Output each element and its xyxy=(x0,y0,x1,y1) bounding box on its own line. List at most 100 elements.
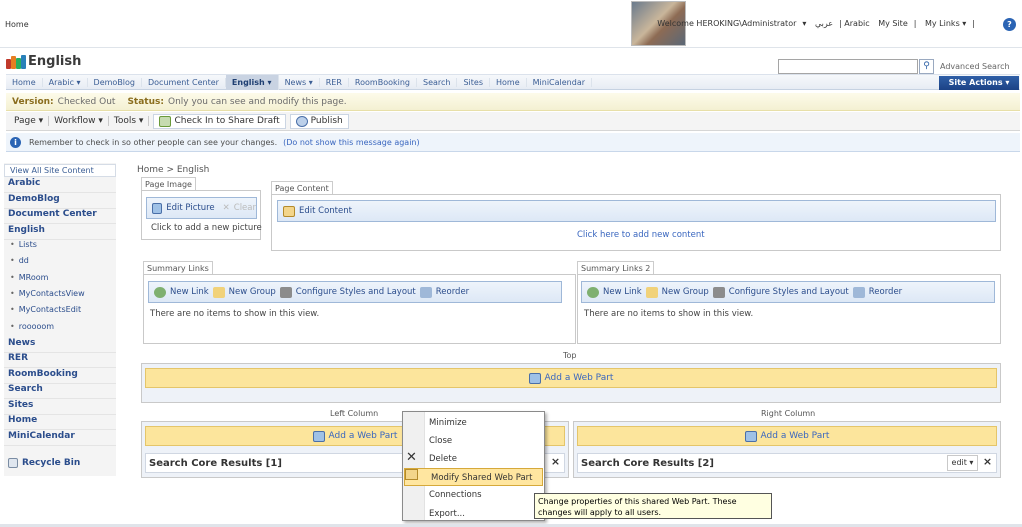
sidebar-item-3[interactable]: English xyxy=(8,225,45,235)
summary-links-2-label: Summary Links 2 xyxy=(577,261,655,275)
sidebar-item-7[interactable]: MyContactsView xyxy=(10,289,85,298)
sidebar-item-2[interactable]: Document Center xyxy=(8,209,97,219)
top-add-web-part-button[interactable]: Add a Web Part xyxy=(145,368,997,388)
reorder-button[interactable]: Reorder xyxy=(436,287,469,297)
my-links-menu[interactable]: My Links ▾ xyxy=(925,19,966,28)
separator: | xyxy=(972,19,975,28)
workflow-menu[interactable]: Workflow ▾ xyxy=(49,116,109,126)
advanced-search-link[interactable]: Advanced Search xyxy=(940,62,1010,71)
welcome-user[interactable]: Welcome HEROKING\Administrator xyxy=(657,19,796,28)
help-icon[interactable]: ? xyxy=(1003,18,1016,31)
new-link-button[interactable]: New Link xyxy=(170,287,209,297)
sidebar-item-6[interactable]: MRoom xyxy=(10,273,49,282)
new-group-icon xyxy=(645,286,658,298)
check-in-icon xyxy=(159,115,172,127)
context-menu-item-3[interactable]: Modify Shared Web Part xyxy=(404,468,543,486)
recycle-bin-link[interactable]: Recycle Bin xyxy=(8,458,114,468)
version-value: Checked Out xyxy=(57,96,116,107)
edit-picture-icon xyxy=(152,202,163,214)
view-all-site-content-link[interactable]: View All Site Content xyxy=(4,164,116,177)
right-add-web-part-button[interactable]: Add a Web Part xyxy=(577,426,997,446)
context-menu-item-1[interactable]: Close xyxy=(403,432,544,450)
nav-item-5[interactable]: News ▾ xyxy=(279,77,320,87)
nav-item-8[interactable]: Search xyxy=(417,77,458,87)
reorder-button[interactable]: Reorder xyxy=(869,287,902,297)
add-web-part-label: Add a Web Part xyxy=(760,431,830,441)
sidebar-item-13[interactable]: Search xyxy=(8,384,43,394)
sidebar-item-8[interactable]: MyContactsEdit xyxy=(10,305,81,314)
status-label: Status: xyxy=(127,96,164,107)
sidebar-item-16[interactable]: MiniCalendar xyxy=(8,431,75,441)
breadcrumb: Home > English xyxy=(137,165,210,175)
home-link[interactable]: Home xyxy=(5,20,29,29)
publish-button[interactable]: Publish xyxy=(289,113,349,129)
nav-item-9[interactable]: Sites xyxy=(457,77,490,87)
add-content-link[interactable]: Click here to add new content xyxy=(577,230,705,240)
sidebar-item-15[interactable]: Home xyxy=(8,415,37,425)
sidebar-item-11[interactable]: RER xyxy=(8,353,28,363)
sidebar-item-1[interactable]: DemoBlog xyxy=(8,194,60,204)
check-in-label: Check In to Share Draft xyxy=(174,116,280,126)
summary-links-toolbar: New Link New Group Configure Styles and … xyxy=(148,281,562,303)
sidebar-item-4[interactable]: Lists xyxy=(10,240,37,249)
nav-item-1[interactable]: Arabic ▾ xyxy=(43,77,88,87)
tools-menu[interactable]: Tools ▾ xyxy=(109,116,150,126)
context-menu-item-4[interactable]: Connections xyxy=(403,486,544,504)
left-column-label: Left Column xyxy=(330,409,379,418)
new-group-button[interactable]: New Group xyxy=(229,287,276,297)
close-icon[interactable]: × xyxy=(548,455,563,471)
nav-item-6[interactable]: RER xyxy=(320,77,349,87)
page-content-label: Page Content xyxy=(271,181,333,195)
edit-picture-button[interactable]: Edit Picture xyxy=(166,203,214,213)
sidebar-item-0[interactable]: Arabic xyxy=(8,178,40,188)
search-input[interactable] xyxy=(778,59,918,74)
recycle-bin-label: Recycle Bin xyxy=(22,458,81,468)
context-menu-item-5[interactable]: Export... xyxy=(403,505,544,523)
delete-icon: ✕ xyxy=(406,450,417,465)
site-actions-menu[interactable]: Site Actions ▾ xyxy=(939,76,1019,90)
my-site-link[interactable]: My Site xyxy=(878,19,908,28)
check-in-button[interactable]: Check In to Share Draft xyxy=(153,113,286,129)
nav-item-11[interactable]: MiniCalendar xyxy=(527,77,593,87)
context-menu-item-2[interactable]: Delete xyxy=(403,450,544,468)
add-web-part-label: Add a Web Part xyxy=(544,373,614,383)
info-icon: i xyxy=(10,136,21,148)
context-menu-item-0[interactable]: Minimize xyxy=(403,414,544,432)
recycle-bin-icon xyxy=(8,458,18,468)
nav-item-3[interactable]: Document Center xyxy=(142,77,226,87)
top-navigation: Home Arabic ▾ DemoBlog Document Center Engli… xyxy=(6,74,1020,90)
summary-links-empty-text: There are no items to show in this view. xyxy=(150,309,320,319)
summary-links-label: Summary Links xyxy=(143,261,213,275)
search-icon[interactable]: ⚲ xyxy=(919,59,934,74)
sidebar-item-10[interactable]: News xyxy=(8,338,35,348)
new-link-button[interactable]: New Link xyxy=(603,287,642,297)
configure-styles-button[interactable]: Configure Styles and Layout xyxy=(729,287,849,297)
close-icon[interactable]: × xyxy=(980,455,995,471)
message-bar: i Remember to check in so other people c… xyxy=(6,133,1020,152)
edit-content-button[interactable]: Edit Content xyxy=(299,206,352,216)
nav-item-10[interactable]: Home xyxy=(490,77,527,87)
configure-icon xyxy=(279,286,292,298)
arabic-native-link[interactable]: عربي xyxy=(815,19,833,28)
chevron-down-icon[interactable]: ▾ xyxy=(802,19,806,28)
nav-item-4[interactable]: English ▾ xyxy=(225,74,279,90)
sidebar-item-12[interactable]: RoomBooking xyxy=(8,369,78,379)
clear-button: Clear xyxy=(233,203,256,213)
page-image-toolbar: Edit Picture ✕ Clear xyxy=(146,197,257,219)
web-part-edit-menu[interactable]: edit ▾ xyxy=(947,455,978,471)
nav-item-2[interactable]: DemoBlog xyxy=(88,77,142,87)
nav-item-7[interactable]: RoomBooking xyxy=(349,77,417,87)
dismiss-message-link[interactable]: (Do not show this message again) xyxy=(283,138,420,147)
nav-item-0[interactable]: Home xyxy=(6,77,43,87)
add-picture-link[interactable]: Click to add a new picture xyxy=(151,223,262,233)
new-group-button[interactable]: New Group xyxy=(662,287,709,297)
right-column-label: Right Column xyxy=(761,409,816,418)
configure-styles-button[interactable]: Configure Styles and Layout xyxy=(296,287,416,297)
separator: | xyxy=(913,19,917,28)
page-menu[interactable]: Page ▾ xyxy=(9,116,50,126)
sidebar-item-5[interactable]: dd xyxy=(10,256,29,265)
sidebar-item-14[interactable]: Sites xyxy=(8,400,33,410)
arabic-link[interactable]: | Arabic xyxy=(839,19,870,28)
page-status-bar: Version: Checked Out Status: Only you ca… xyxy=(6,93,1020,111)
sidebar-item-9[interactable]: rooooom xyxy=(10,322,54,331)
